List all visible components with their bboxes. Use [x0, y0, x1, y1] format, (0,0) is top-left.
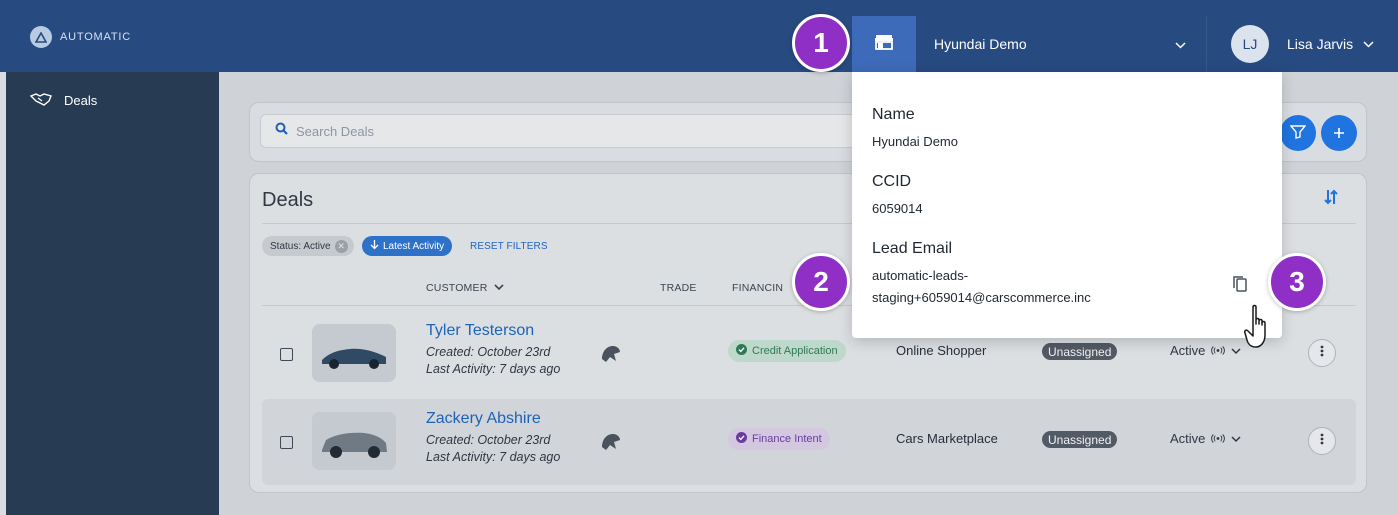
shopper-icon: [599, 431, 621, 458]
shopper-icon: [599, 343, 621, 370]
copy-icon[interactable]: [1232, 275, 1248, 298]
top-bar: AUTOMATIC Hyundai Demo LJ Lisa Jarvis: [0, 0, 1398, 72]
signal-icon: [1211, 431, 1226, 446]
check-circle-icon: [736, 344, 747, 358]
row-actions-button[interactable]: [1308, 427, 1336, 455]
filter-button[interactable]: [1280, 115, 1316, 151]
lead-source: Cars Marketplace: [896, 431, 998, 446]
close-icon[interactable]: ✕: [334, 239, 348, 253]
store-icon: [875, 34, 893, 55]
search-icon: [275, 122, 288, 140]
more-vertical-icon: [1320, 344, 1324, 362]
status-badge: Credit Application: [728, 340, 846, 362]
window-edge: [0, 72, 6, 515]
handshake-icon: [29, 92, 52, 109]
sidebar-item-label: Deals: [64, 93, 98, 108]
sidebar-item-deals[interactable]: Deals: [29, 92, 98, 109]
filter-icon: [1289, 122, 1307, 145]
status-filter-chip[interactable]: Status: Active ✕: [262, 236, 354, 256]
app-root: AUTOMATIC Hyundai Demo LJ Lisa Jarvis De…: [0, 0, 1398, 515]
status-badge-label: Credit Application: [752, 345, 838, 357]
logo[interactable]: AUTOMATIC: [30, 26, 131, 48]
plus-icon: [1333, 122, 1345, 145]
row-checkbox[interactable]: [280, 348, 293, 361]
dealer-info-popover: Name Hyundai Demo CCID 6059014 Lead Emai…: [852, 72, 1282, 338]
add-deal-button[interactable]: [1321, 115, 1357, 151]
more-vertical-icon: [1320, 432, 1324, 450]
deal-status-select[interactable]: Active: [1170, 431, 1241, 446]
dealer-select-value: Hyundai Demo: [934, 36, 1027, 52]
latest-activity-label: Latest Activity: [383, 240, 445, 252]
chevron-down-icon: [493, 282, 504, 294]
avatar: LJ: [1231, 25, 1269, 63]
dealer-select[interactable]: Hyundai Demo: [916, 16, 1206, 72]
deal-status-label: Active: [1170, 343, 1206, 358]
assignment-badge[interactable]: Unassigned: [1042, 431, 1118, 448]
row-actions-button[interactable]: [1308, 339, 1336, 367]
ccid-value: 6059014: [872, 201, 923, 216]
vehicle-image: [312, 324, 396, 382]
lead-email-line-1: automatic-leads-: [872, 268, 969, 283]
reset-filters-link[interactable]: RESET FILTERS: [470, 241, 548, 252]
lead-email-line-2: staging+6059014@carscommerce.inc: [872, 290, 1091, 305]
chevron-down-icon: [1363, 37, 1374, 51]
signal-icon: [1211, 343, 1226, 358]
name-label: Name: [872, 106, 915, 123]
status-badge-label: Finance Intent: [752, 433, 822, 445]
ccid-label: CCID: [872, 173, 912, 190]
column-header-label: CUSTOMER: [426, 282, 488, 294]
customer-name-link[interactable]: Tyler Testerson: [426, 322, 534, 340]
search-placeholder: Search Deals: [296, 123, 375, 139]
created-date: Created: October 23rd: [426, 345, 551, 359]
arrow-down-icon: [370, 239, 379, 253]
column-header-financing[interactable]: FINANCIN: [732, 282, 783, 294]
sidebar: Deals: [0, 72, 219, 515]
lead-email-label: Lead Email: [872, 240, 953, 257]
check-circle-icon: [736, 432, 747, 446]
status-filter-label: Status: Active: [270, 240, 331, 252]
deal-status-label: Active: [1170, 431, 1206, 446]
dealer-info-button[interactable]: [852, 16, 916, 72]
assignment-badge[interactable]: Unassigned: [1042, 343, 1118, 360]
latest-activity-chip[interactable]: Latest Activity: [362, 236, 453, 256]
logo-mark-icon: [30, 26, 52, 48]
hand-cursor-icon: [1244, 304, 1274, 357]
status-badge: Finance Intent: [728, 428, 830, 450]
callout-badge: 3: [1268, 253, 1326, 311]
search-input[interactable]: Search Deals: [260, 114, 880, 148]
column-header-customer[interactable]: CUSTOMER: [426, 282, 504, 294]
page-title: Deals: [262, 189, 314, 211]
name-value: Hyundai Demo: [872, 134, 958, 149]
callout-badge: 1: [792, 14, 850, 72]
customer-name-link[interactable]: Zackery Abshire: [426, 410, 541, 428]
last-activity: Last Activity: 7 days ago: [426, 450, 561, 464]
user-menu[interactable]: LJ Lisa Jarvis: [1206, 16, 1398, 72]
last-activity: Last Activity: 7 days ago: [426, 362, 561, 376]
table-row[interactable]: Zackery Abshire Created: October 23rd La…: [262, 399, 1356, 485]
column-header-trade[interactable]: TRADE: [660, 282, 697, 294]
deal-status-select[interactable]: Active: [1170, 343, 1241, 358]
sort-icon[interactable]: [1322, 188, 1340, 211]
vehicle-image: [312, 412, 396, 470]
logo-text: AUTOMATIC: [60, 31, 131, 43]
chevron-down-icon: [1175, 38, 1186, 52]
created-date: Created: October 23rd: [426, 433, 551, 447]
chevron-down-icon: [1231, 431, 1241, 446]
lead-source: Online Shopper: [896, 343, 987, 358]
row-checkbox[interactable]: [280, 436, 293, 449]
chevron-down-icon: [1231, 343, 1241, 358]
user-name: Lisa Jarvis: [1287, 36, 1354, 52]
callout-badge: 2: [792, 253, 850, 311]
